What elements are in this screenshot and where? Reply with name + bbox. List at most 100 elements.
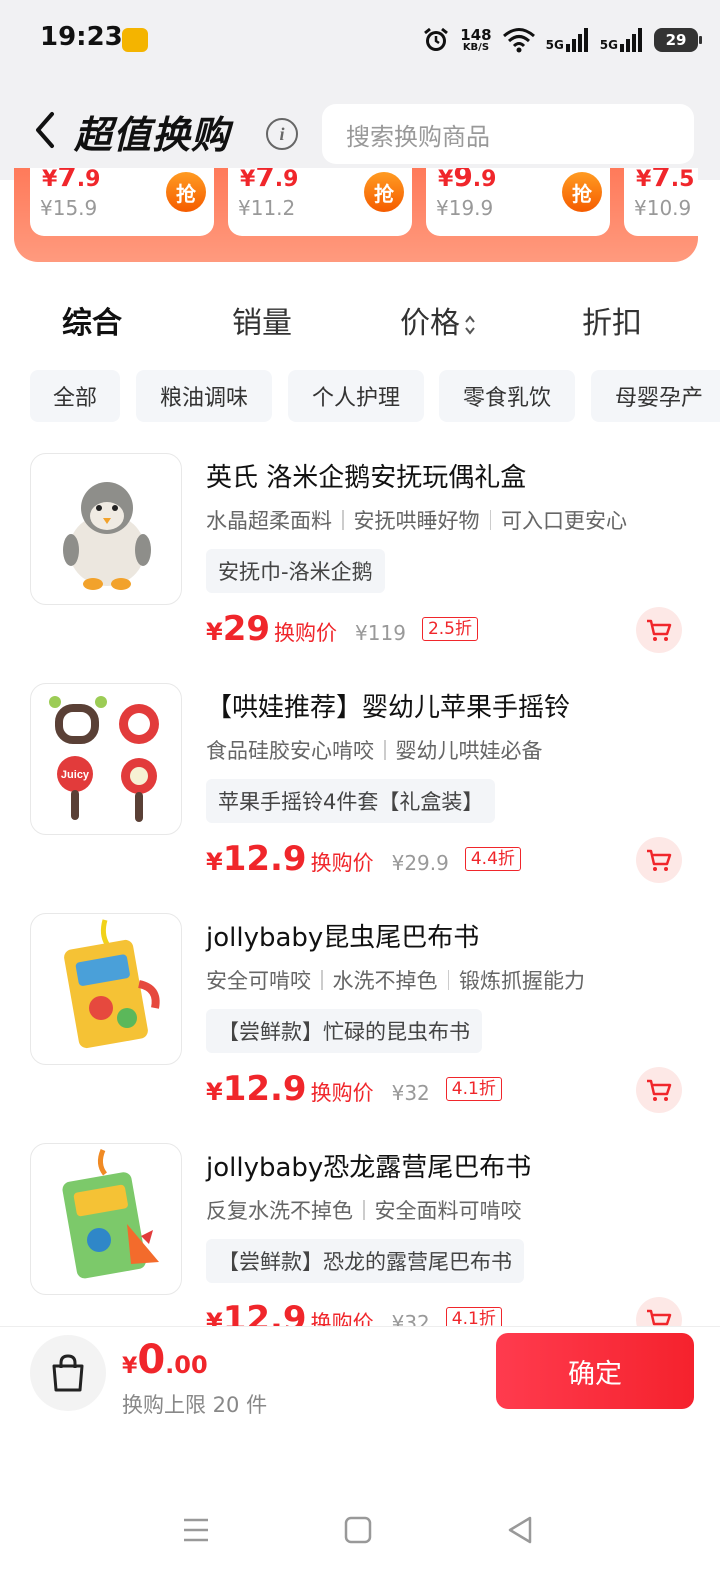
dinosaur-cloth-book-image [62,1149,159,1279]
system-nav-bar [0,1426,720,1584]
category-row: 全部 粮油调味 个人护理 零食乳饮 母婴孕产 [30,370,720,422]
promo-original-price: ¥10.9 [634,196,692,220]
search-input[interactable]: 搜索换购商品 [322,104,694,164]
header: 超值换购 i 搜索换购商品 [0,80,720,180]
info-icon[interactable]: i [266,118,298,150]
product-item[interactable]: jollybaby昆虫尾巴布书 安全可啃咬 水洗不掉色 锻炼抓握能力 【尝鲜款】… [0,913,720,1143]
product-tag: 反复水洗不掉色 [206,1199,353,1223]
tab-sales[interactable]: 销量 [232,298,292,342]
price-row: ¥ 29 换购价 ¥119 2.5折 [206,609,478,649]
promo-price: ¥9.9 [438,168,497,193]
signal-1-label: 5G [545,38,564,52]
checkout-bar: ¥0.00 换购上限 20 件 确定 [0,1326,720,1426]
product-tag: 锻炼抓握能力 [459,969,585,993]
grab-button[interactable]: 抢 [562,172,602,212]
add-to-cart-button[interactable] [636,607,682,653]
product-sku[interactable]: 安抚巾-洛米企鹅 [206,549,385,593]
product-item[interactable]: jollybaby恐龙露营尾巴布书 反复水洗不掉色 安全面料可啃咬 【尝鲜款】恐… [0,1143,720,1328]
total-currency: ¥ [122,1354,138,1379]
discount-badge: 4.4折 [464,847,521,871]
status-bar: 19:23 148 KB/S 5G 5G 29 [0,0,720,80]
price-currency: ¥ [206,1078,223,1106]
product-sku[interactable]: 苹果手摇铃4件套【礼盒装】 [206,779,496,823]
promo-card[interactable]: ¥7.9 ¥15.9 抢 [30,168,214,236]
product-image[interactable]: Juicy [30,683,182,835]
apple-rattle-image: Juicy [49,696,159,822]
product-tag: 婴幼儿哄娃必备 [395,739,543,763]
battery-icon: 29 [654,28,702,52]
product-tag: 安抚哄睡好物 [353,509,480,533]
product-sku[interactable]: 【尝鲜款】忙碌的昆虫布书 [206,1009,482,1053]
grab-button[interactable]: 抢 [166,172,206,212]
cart-icon [647,1079,672,1101]
back-icon[interactable] [30,110,60,150]
tag-divider [342,510,344,530]
menu-icon[interactable] [176,1510,216,1550]
cart-icon [647,849,672,871]
sort-tabs: 综合 销量 价格 折扣 [0,298,720,346]
signal-1: 5G [546,28,590,52]
product-sku[interactable]: 【尝鲜款】恐龙的露营尾巴布书 [206,1239,524,1283]
product-tag: 安全面料可啃咬 [374,1199,522,1223]
category-chip[interactable]: 母婴孕产 [591,370,720,422]
tab-price-label: 价格 [400,306,460,341]
home-icon[interactable] [338,1510,378,1550]
product-image[interactable] [30,913,182,1065]
insect-cloth-book-image [64,919,160,1049]
search-placeholder: 搜索换购商品 [346,122,490,151]
product-tags: 安全可啃咬 水洗不掉色 锻炼抓握能力 [206,965,585,995]
price-currency: ¥ [206,848,223,876]
product-tag: 可入口更安心 [501,509,627,533]
promo-original-price: ¥19.9 [436,196,494,220]
add-to-cart-button[interactable] [636,1067,682,1113]
product-image[interactable] [30,1143,182,1295]
grab-button[interactable]: 抢 [364,172,404,212]
wifi-icon [502,28,535,53]
add-to-cart-button[interactable] [636,1297,682,1328]
exchange-price: 12.9 [222,1299,307,1328]
tag-divider [447,970,449,990]
penguin-plush-image [63,482,151,590]
tag-divider [363,1200,365,1220]
discount-badge: 2.5折 [421,617,478,641]
exchange-limit: 换购上限 20 件 [122,1393,268,1417]
exchange-price-label: 换购价 [310,1081,374,1105]
category-chip[interactable]: 个人护理 [288,370,424,422]
promo-card[interactable]: ¥9.9 ¥19.9 抢 [426,168,610,236]
discount-badge: 4.1折 [445,1077,502,1101]
signal-2-label: 5G [599,38,618,52]
promo-card[interactable]: ¥7.5 ¥10.9 [624,168,698,236]
product-item[interactable]: Juicy 【哄娃推荐】婴幼儿苹果手摇铃 食品硅胶安心啃咬 婴幼儿哄娃必备 苹果… [0,683,720,913]
net-speed-unit: KB/S [462,41,490,53]
tag-divider [489,510,491,530]
product-image[interactable] [30,453,182,605]
signal-2: 5G [600,28,644,52]
promo-strip: ¥7.9 ¥15.9 抢 ¥7.9 ¥11.2 抢 ¥9.9 ¥19.9 抢 ¥… [14,168,698,262]
tag-divider [384,740,386,760]
exchange-price-label: 换购价 [310,851,374,875]
price-row: ¥ 12.9 换购价 ¥32 4.1折 [206,1299,502,1328]
add-to-cart-button[interactable] [636,837,682,883]
product-tag: 水洗不掉色 [332,969,438,993]
category-chip[interactable]: 全部 [30,370,120,422]
product-name: jollybaby昆虫尾巴布书 [206,923,480,953]
product-item[interactable]: 英氏 洛米企鹅安抚玩偶礼盒 水晶超柔面料 安抚哄睡好物 可入口更安心 安抚巾-洛… [0,453,720,683]
status-icons: 148 KB/S 5G 5G 29 [422,24,702,56]
bag-button[interactable] [30,1335,106,1411]
promo-price: ¥7.9 [240,168,299,193]
tab-price[interactable]: 价格 [400,298,476,342]
tag-divider [321,970,323,990]
total-price: ¥0.00 [122,1337,208,1383]
category-chip[interactable]: 零食乳饮 [439,370,575,422]
confirm-button[interactable]: 确定 [496,1333,694,1409]
category-chip[interactable]: 粮油调味 [136,370,272,422]
cart-icon [647,619,672,641]
tab-comprehensive[interactable]: 综合 [62,298,122,342]
svg-text:Juicy: Juicy [61,769,90,781]
promo-card[interactable]: ¥7.9 ¥11.2 抢 [228,168,412,236]
promo-original-price: ¥15.9 [40,196,98,220]
product-tag: 食品硅胶安心啃咬 [206,739,374,763]
tab-discount[interactable]: 折扣 [582,298,642,342]
back-nav-icon[interactable] [500,1510,540,1550]
exchange-price-label: 换购价 [310,1311,374,1328]
